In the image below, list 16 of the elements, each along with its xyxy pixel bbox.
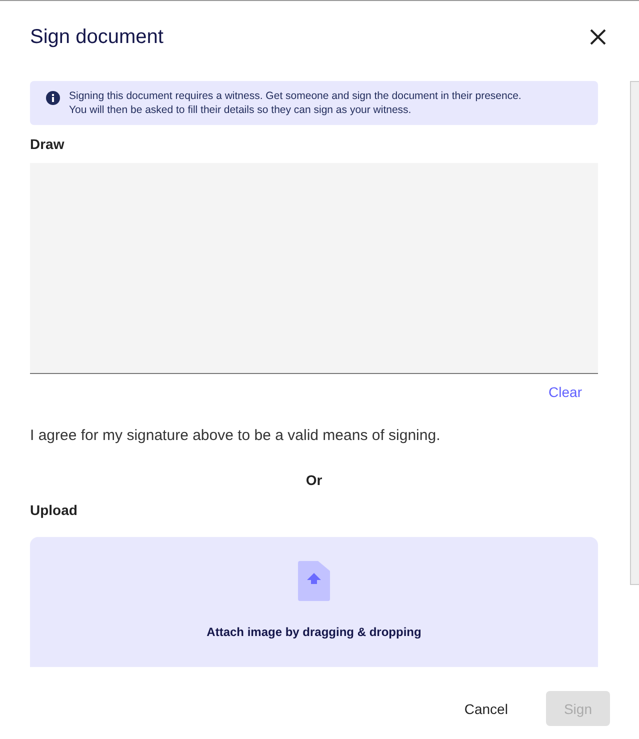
file-upload-icon — [298, 561, 330, 601]
scrollbar[interactable] — [630, 81, 639, 585]
or-separator: Or — [306, 472, 322, 488]
info-icon — [46, 91, 60, 105]
info-text: You will then be asked to fill their details so they can sign as your witness. — [69, 103, 412, 117]
clear-link[interactable]: Clear — [548, 384, 582, 400]
signature-pad[interactable] — [30, 163, 598, 374]
draw-label: Draw — [30, 136, 64, 152]
upload-label: Upload — [30, 502, 78, 518]
agreement-text: I agree for my signature above to be a valid means of signing. — [30, 427, 440, 444]
upload-dropzone[interactable]: Attach image by dragging & dropping — [30, 537, 598, 667]
cancel-button[interactable]: Cancel — [446, 691, 526, 726]
close-icon[interactable] — [590, 29, 606, 45]
upload-hint: Attach image by dragging & dropping — [206, 625, 422, 639]
dialog-title: Sign document — [30, 26, 164, 48]
info-text: Signing this document requires a witness. Get someone and sign the document in their presence. — [69, 89, 522, 103]
